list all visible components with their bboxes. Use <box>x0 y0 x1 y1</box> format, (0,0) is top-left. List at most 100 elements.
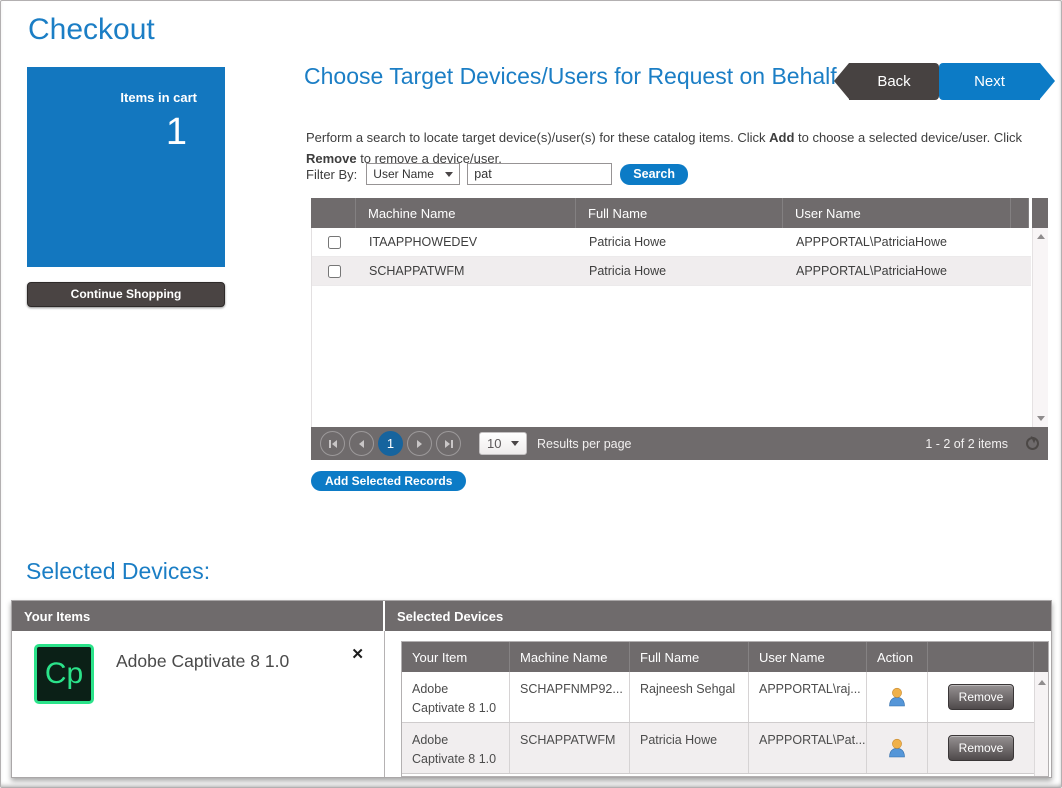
machine-name-column-header[interactable]: Machine Name <box>356 198 576 228</box>
results-per-page-label: Results per page <box>537 437 632 451</box>
page-size-select[interactable]: 10 <box>479 432 527 455</box>
continue-shopping-button[interactable]: Continue Shopping <box>27 282 225 307</box>
selected-devices-table-header: Your Item Machine Name Full Name User Na… <box>402 642 1048 672</box>
your-item-column-header: Your Item <box>402 642 510 672</box>
your-items-panel: Cp Adobe Captivate 8 1.0 ✕ <box>12 631 384 777</box>
current-page-button[interactable]: 1 <box>378 431 403 456</box>
table-row: Adobe Captivate 8 1.0 SCHAPPATWFM Patric… <box>402 723 1034 774</box>
back-button-label: Back <box>849 63 939 100</box>
next-button[interactable]: Next <box>939 63 1055 100</box>
next-page-icon <box>417 440 422 448</box>
cart-summary-box: Items in cart 1 <box>27 67 225 267</box>
results-scrollbar[interactable] <box>1032 228 1048 427</box>
remove-button[interactable]: Remove <box>948 735 1014 761</box>
remove-item-icon[interactable]: ✕ <box>351 645 364 663</box>
action-cell <box>867 672 928 722</box>
scroll-up-icon[interactable] <box>1037 234 1045 239</box>
filter-by-label: Filter By: <box>306 167 357 182</box>
page-title: Checkout <box>28 13 155 47</box>
filter-row: Filter By: User Name Search <box>306 163 688 185</box>
panel-headers: Your Items Selected Devices <box>12 601 1051 631</box>
user-name-cell: APPPORTAL\Pat... <box>749 723 867 773</box>
user-icon[interactable] <box>886 737 908 759</box>
your-item-cell: Adobe Captivate 8 1.0 <box>402 723 510 773</box>
page-size-value: 10 <box>487 436 501 451</box>
cart-item-name: Adobe Captivate 8 1.0 <box>116 651 289 672</box>
action-cell <box>867 723 928 773</box>
remove-column-header <box>928 642 1034 672</box>
scrollbar-header-spacer <box>1032 198 1048 228</box>
next-button-label: Next <box>939 63 1040 100</box>
machine-name-cell: SCHAPFNMP92... <box>510 672 630 722</box>
wizard-heading: Choose Target Devices/Users for Request … <box>304 62 849 91</box>
machine-name-cell: SCHAPPATWFM <box>510 723 630 773</box>
machine-name-cell: SCHAPPATWFM <box>357 264 577 278</box>
filter-by-selected-value: User Name <box>373 167 445 181</box>
full-name-cell: Patricia Howe <box>577 264 784 278</box>
pagination-bar: 1 10 Results per page 1 - 2 of 2 items <box>311 427 1048 460</box>
row-checkbox[interactable] <box>328 265 341 278</box>
search-button[interactable]: Search <box>620 164 688 185</box>
scroll-down-icon[interactable] <box>1037 416 1045 421</box>
user-icon[interactable] <box>886 686 908 708</box>
add-selected-records-button[interactable]: Add Selected Records <box>311 471 466 491</box>
items-count-label: 1 - 2 of 2 items <box>925 437 1008 451</box>
back-button[interactable]: Back <box>834 63 939 100</box>
devices-scrollbar[interactable] <box>1034 672 1048 776</box>
full-name-cell: Patricia Howe <box>577 235 784 249</box>
prev-page-icon <box>359 440 364 448</box>
cart-items-label: Items in cart <box>27 90 225 105</box>
row-checkbox[interactable] <box>328 236 341 249</box>
your-items-header: Your Items <box>12 601 383 631</box>
full-name-cell: Rajneesh Sehgal <box>630 672 749 722</box>
dropdown-arrow-icon <box>445 172 453 177</box>
table-row[interactable]: ITAAPPHOWEDEV Patricia Howe APPPORTAL\Pa… <box>312 228 1031 257</box>
scrollbar-header-spacer <box>1034 642 1048 672</box>
selected-devices-container: Your Items Selected Devices Cp Adobe Cap… <box>11 600 1052 778</box>
next-page-button[interactable] <box>407 431 432 456</box>
first-page-icon <box>329 440 331 448</box>
full-name-column-header[interactable]: Full Name <box>576 198 783 228</box>
selected-devices-table: Your Item Machine Name Full Name User Na… <box>401 641 1049 777</box>
your-item-cell: Adobe Captivate 8 1.0 <box>402 672 510 722</box>
select-column-header <box>311 198 356 228</box>
search-input[interactable] <box>467 163 612 185</box>
scroll-up-icon[interactable] <box>1038 680 1046 685</box>
remove-button[interactable]: Remove <box>948 684 1014 710</box>
user-name-column-header: User Name <box>749 642 867 672</box>
first-page-icon-arrow <box>332 440 337 448</box>
results-grid-header: Machine Name Full Name User Name <box>311 198 1048 228</box>
cart-count: 1 <box>27 113 225 151</box>
last-page-button[interactable] <box>436 431 461 456</box>
selected-devices-panel-header: Selected Devices <box>385 601 1051 631</box>
full-name-cell: Patricia Howe <box>630 723 749 773</box>
full-name-column-header: Full Name <box>630 642 749 672</box>
instructions-part2: to choose a selected device/user. Click <box>794 130 1022 145</box>
last-page-icon-arrow <box>445 440 450 448</box>
prev-page-button[interactable] <box>349 431 374 456</box>
adobe-captivate-logo: Cp <box>34 644 94 704</box>
machine-name-column-header: Machine Name <box>510 642 630 672</box>
dropdown-arrow-icon <box>511 441 519 446</box>
next-arrow-icon <box>1040 63 1055 99</box>
instructions-add-keyword: Add <box>769 130 794 145</box>
partial-row <box>402 774 1034 777</box>
results-grid: Machine Name Full Name User Name ITAAPPH… <box>311 198 1048 460</box>
user-name-column-header[interactable]: User Name <box>783 198 1011 228</box>
refresh-icon[interactable] <box>1026 437 1039 450</box>
table-row[interactable]: SCHAPPATWFM Patricia Howe APPPORTAL\Patr… <box>312 257 1031 286</box>
selected-devices-heading: Selected Devices: <box>26 558 210 585</box>
instructions-part1: Perform a search to locate target device… <box>306 130 769 145</box>
action-column-header: Action <box>867 642 928 672</box>
results-grid-body: ITAAPPHOWEDEV Patricia Howe APPPORTAL\Pa… <box>311 228 1048 427</box>
selected-devices-panel: Your Item Machine Name Full Name User Na… <box>384 631 1051 777</box>
user-name-cell: APPPORTAL\PatriciaHowe <box>784 264 1031 278</box>
last-page-icon <box>451 440 453 448</box>
machine-name-cell: ITAAPPHOWEDEV <box>357 235 577 249</box>
back-arrow-icon <box>834 63 849 99</box>
table-row: Adobe Captivate 8 1.0 SCHAPFNMP92... Raj… <box>402 672 1034 723</box>
user-name-cell: APPPORTAL\raj... <box>749 672 867 722</box>
checkout-page: Checkout Items in cart 1 Continue Shoppi… <box>0 0 1062 788</box>
filter-by-select[interactable]: User Name <box>366 163 460 185</box>
first-page-button[interactable] <box>320 431 345 456</box>
